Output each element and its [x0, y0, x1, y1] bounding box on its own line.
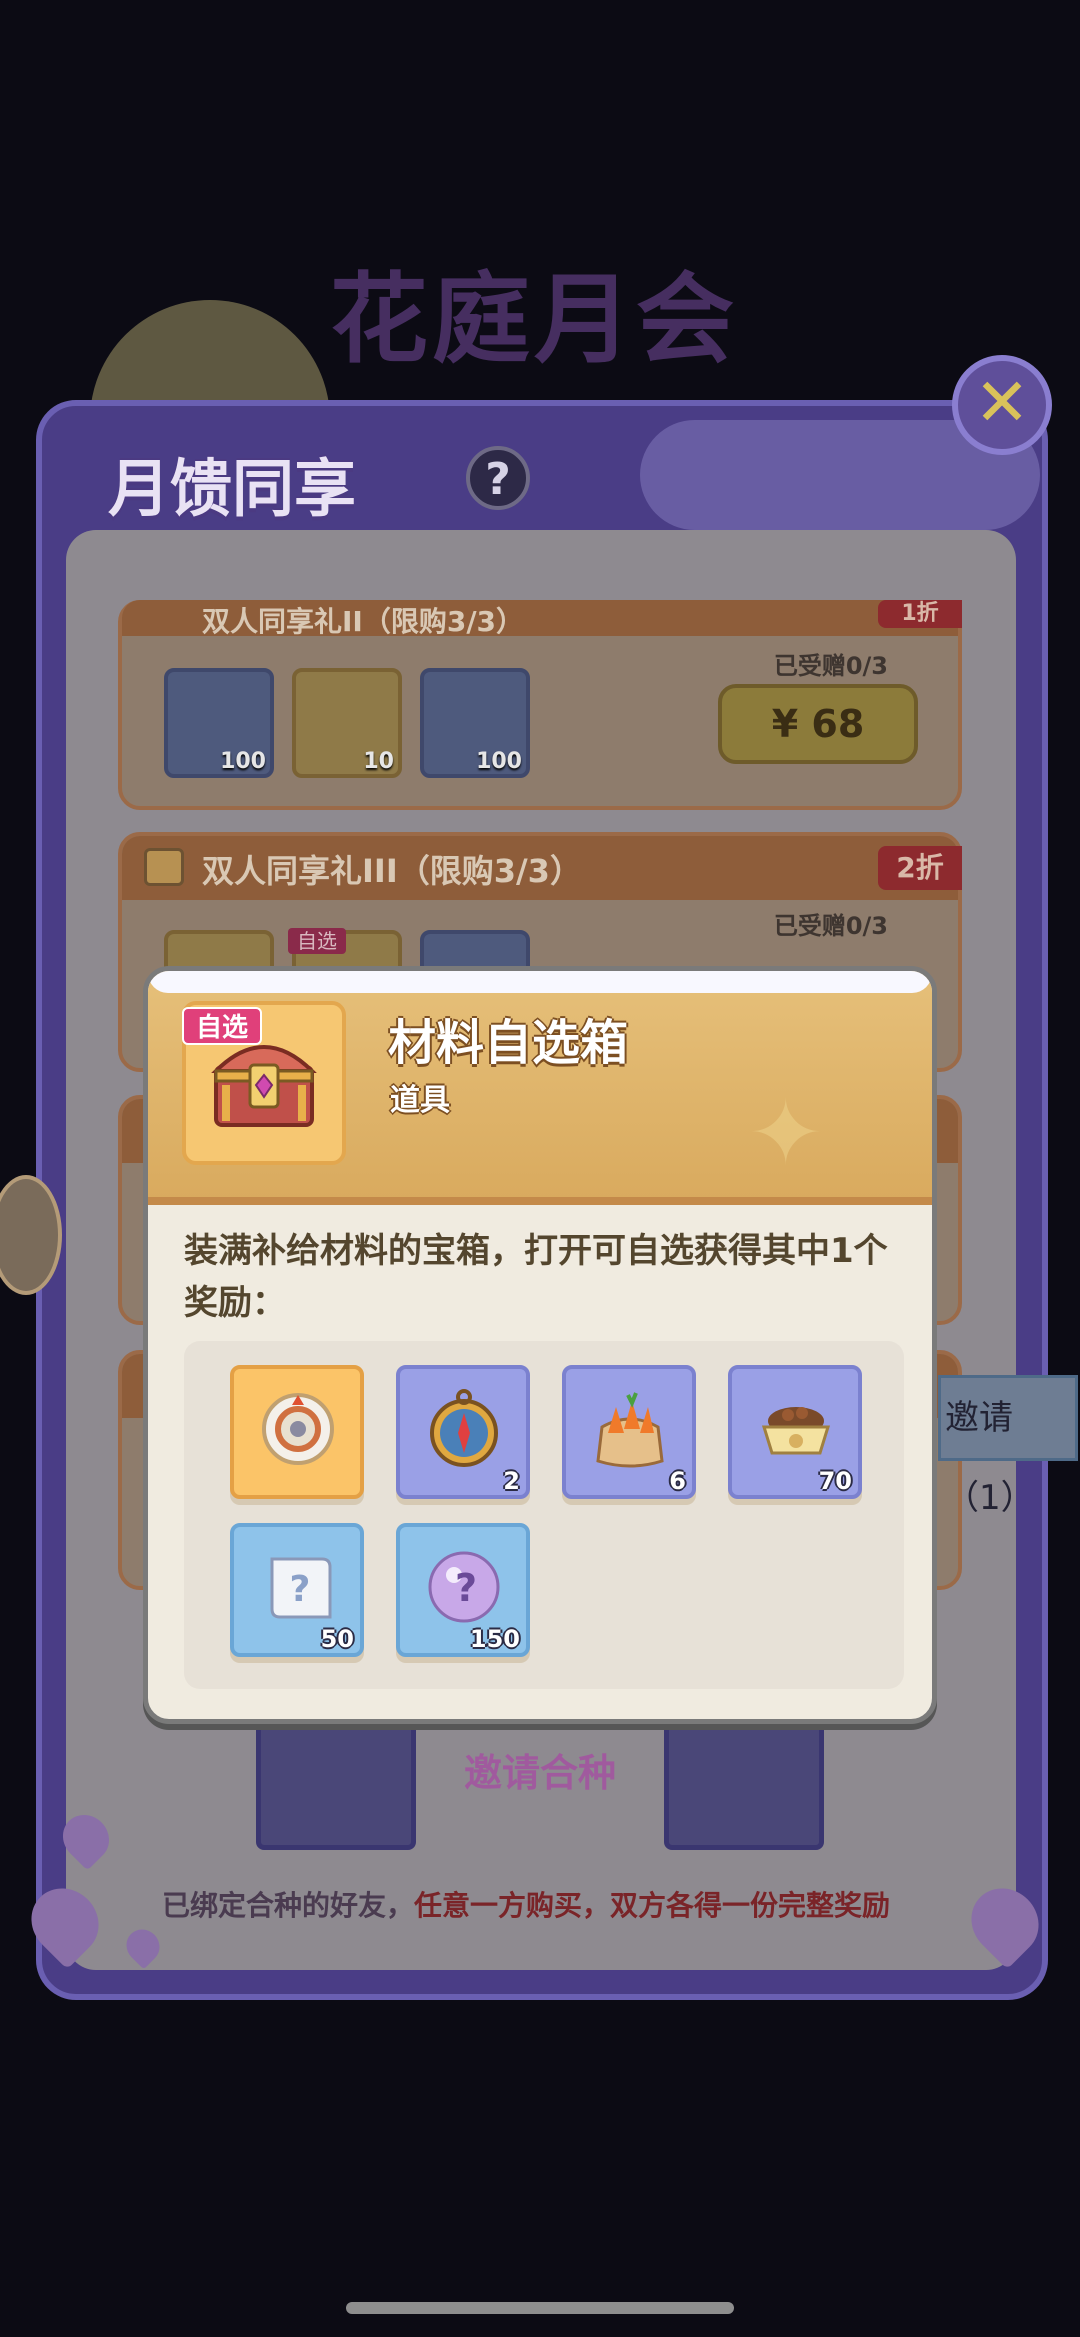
home-indicator[interactable]	[346, 2302, 734, 2314]
reward-quantity: 2	[503, 1467, 520, 1495]
reward-quantity: 50	[320, 1625, 354, 1653]
pack-card-2: 双人同享礼II（限购3/3） 1折 已受赠0/3 ¥ 68 100 10 100	[118, 600, 962, 810]
snow-trim-decoration	[148, 971, 932, 993]
item-quantity: 100	[476, 749, 522, 774]
panel-title: 月馈同享	[108, 452, 357, 525]
carrot-sack-graphic	[596, 1392, 664, 1468]
discount-badge: 1折	[878, 600, 962, 628]
compass-icon[interactable]: 2	[396, 1365, 530, 1499]
select-tag: 自选	[288, 928, 346, 954]
select-tag: 自选	[182, 1007, 262, 1045]
golden-flower-badge-icon[interactable]: 10	[292, 668, 402, 778]
pack-title: 双人同享礼III（限购3/3）	[202, 852, 582, 890]
pet-food-bowl-graphic	[761, 1407, 831, 1455]
recipe-book-icon[interactable]: 100	[164, 668, 274, 778]
invite-partner-label[interactable]: 邀请合种	[464, 1742, 616, 1797]
close-button[interactable]: ✕	[952, 355, 1052, 455]
gifted-count: 已受赠0/3	[773, 912, 888, 940]
item-type: 道具	[390, 1083, 450, 1118]
invite-tab[interactable]: 邀请（1）	[938, 1375, 1078, 1518]
gifted-count: 已受赠0/3	[773, 652, 888, 680]
reward-quantity: 70	[818, 1467, 852, 1495]
compass-graphic	[430, 1389, 498, 1467]
item-description: 装满补给材料的宝箱，打开可自选获得其中1个奖励：	[184, 1231, 888, 1323]
mystery-scroll-graphic: ?	[270, 1557, 332, 1619]
help-button[interactable]: ?	[466, 446, 530, 510]
gift-icon	[144, 848, 184, 886]
gear-token-icon[interactable]	[230, 1365, 364, 1499]
item-quantity: 100	[220, 749, 266, 774]
reward-options-grid: 2 6 70 ? 50 ? 150	[184, 1341, 904, 1689]
discount-badge: 2折	[878, 846, 962, 890]
pack-title: 双人同享礼II（限购3/3）	[202, 605, 525, 638]
svg-text:?: ?	[455, 1566, 477, 1610]
mystery-orb-icon[interactable]: ? 150	[396, 1523, 530, 1657]
event-title: 花庭月会	[330, 262, 739, 377]
binding-note-part2: 任意一方购买，双方各得一份完整奖励	[414, 1889, 891, 1922]
reward-quantity: 6	[669, 1467, 686, 1495]
item-name: 材料自选箱	[388, 1015, 629, 1071]
popup-header-divider	[148, 1197, 932, 1205]
svg-text:?: ?	[290, 1569, 311, 1610]
binding-note-part1: 已绑定合种的好友，	[162, 1889, 415, 1922]
item-quantity: 10	[363, 749, 394, 774]
reward-quantity: 150	[469, 1625, 520, 1653]
carrot-sack-icon[interactable]: 6	[562, 1365, 696, 1499]
gear-token-graphic	[262, 1393, 334, 1465]
mystery-orb-graphic: ?	[428, 1551, 500, 1623]
buy-button-68[interactable]: ¥ 68	[718, 684, 918, 764]
item-detail-popup: 自选 材料自选箱 道具 ✦ 装满补给材料的宝箱，打开可自选获得其中1个奖励： 2	[143, 966, 937, 1724]
meat-drumstick-icon[interactable]: 100	[420, 668, 530, 778]
binding-note: 已绑定合种的好友，任意一方购买，双方各得一份完整奖励	[162, 1884, 890, 1924]
mystery-scroll-icon[interactable]: ? 50	[230, 1523, 364, 1657]
sparkle-decoration: ✦	[748, 1081, 824, 1186]
pet-food-bowl-icon[interactable]: 70	[728, 1365, 862, 1499]
